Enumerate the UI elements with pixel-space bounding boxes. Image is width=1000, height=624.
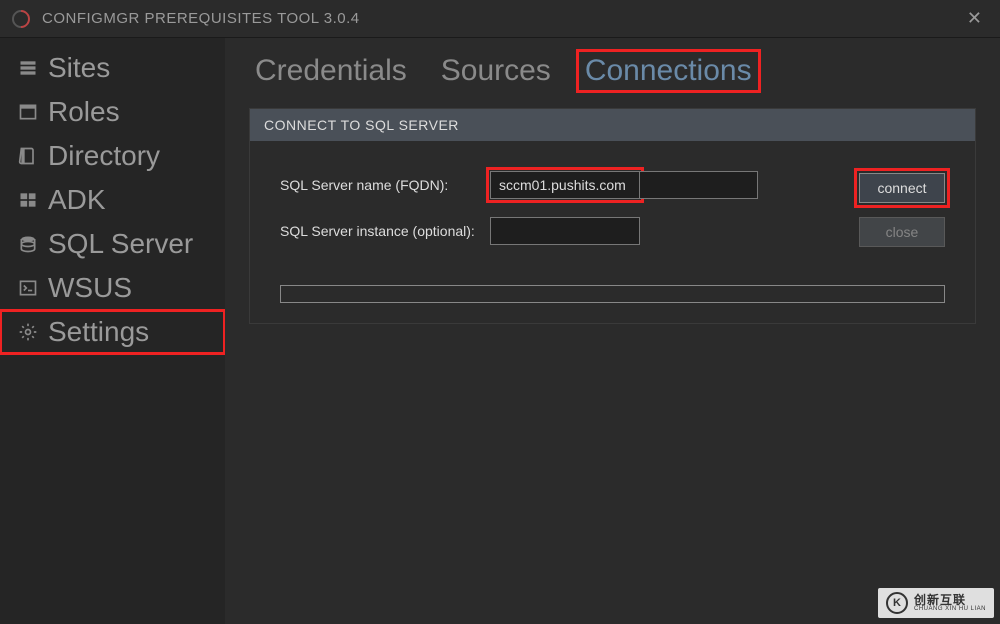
terminal-icon — [16, 278, 40, 298]
content-area: Credentials Sources Connections CONNECT … — [225, 38, 1000, 624]
sidebar-item-settings[interactable]: Settings — [0, 310, 225, 354]
sidebar: Sites Roles Directory ADK SQL Server — [0, 38, 225, 624]
database-icon — [16, 234, 40, 254]
panel-header: CONNECT TO SQL SERVER — [250, 109, 975, 141]
sidebar-item-sqlserver[interactable]: SQL Server — [0, 222, 225, 266]
tab-connections[interactable]: Connections — [579, 52, 758, 90]
fqdn-input-extension[interactable] — [640, 171, 758, 199]
watermark-brand: 创新互联 — [914, 594, 986, 606]
app-logo-icon — [8, 6, 33, 31]
sidebar-item-sites[interactable]: Sites — [0, 46, 225, 90]
watermark: K 创新互联 CHUANG XIN HU LIAN — [878, 588, 994, 618]
connect-button[interactable]: connect — [859, 173, 945, 203]
windows-icon — [16, 190, 40, 210]
tabs: Credentials Sources Connections — [249, 52, 976, 90]
sidebar-item-label: Settings — [48, 316, 149, 348]
sidebar-item-label: Roles — [48, 96, 120, 128]
book-icon — [16, 146, 40, 166]
instance-input[interactable] — [490, 217, 640, 245]
sidebar-item-directory[interactable]: Directory — [0, 134, 225, 178]
sidebar-item-label: ADK — [48, 184, 106, 216]
sidebar-item-label: SQL Server — [48, 228, 193, 260]
window-title: CONFIGMGR PREREQUISITES TOOL 3.0.4 — [42, 10, 961, 27]
close-window-icon[interactable]: ✕ — [961, 8, 988, 29]
server-icon — [16, 58, 40, 78]
sidebar-item-adk[interactable]: ADK — [0, 178, 225, 222]
watermark-sub: CHUANG XIN HU LIAN — [914, 606, 986, 612]
sidebar-item-label: WSUS — [48, 272, 132, 304]
tab-sources[interactable]: Sources — [435, 52, 557, 90]
tab-credentials[interactable]: Credentials — [249, 52, 413, 90]
sidebar-item-wsus[interactable]: WSUS — [0, 266, 225, 310]
panel-icon — [16, 102, 40, 122]
progress-bar — [280, 285, 945, 303]
sidebar-item-label: Sites — [48, 52, 110, 84]
gear-icon — [16, 322, 40, 342]
fqdn-label: SQL Server name (FQDN): — [280, 177, 490, 193]
instance-label: SQL Server instance (optional): — [280, 223, 490, 239]
titlebar: CONFIGMGR PREREQUISITES TOOL 3.0.4 ✕ — [0, 0, 1000, 38]
sidebar-item-label: Directory — [48, 140, 160, 172]
watermark-logo-icon: K — [886, 592, 908, 614]
sidebar-item-roles[interactable]: Roles — [0, 90, 225, 134]
fqdn-input[interactable] — [490, 171, 640, 199]
close-button: close — [859, 217, 945, 247]
connect-panel: CONNECT TO SQL SERVER SQL Server name (F… — [249, 108, 976, 324]
